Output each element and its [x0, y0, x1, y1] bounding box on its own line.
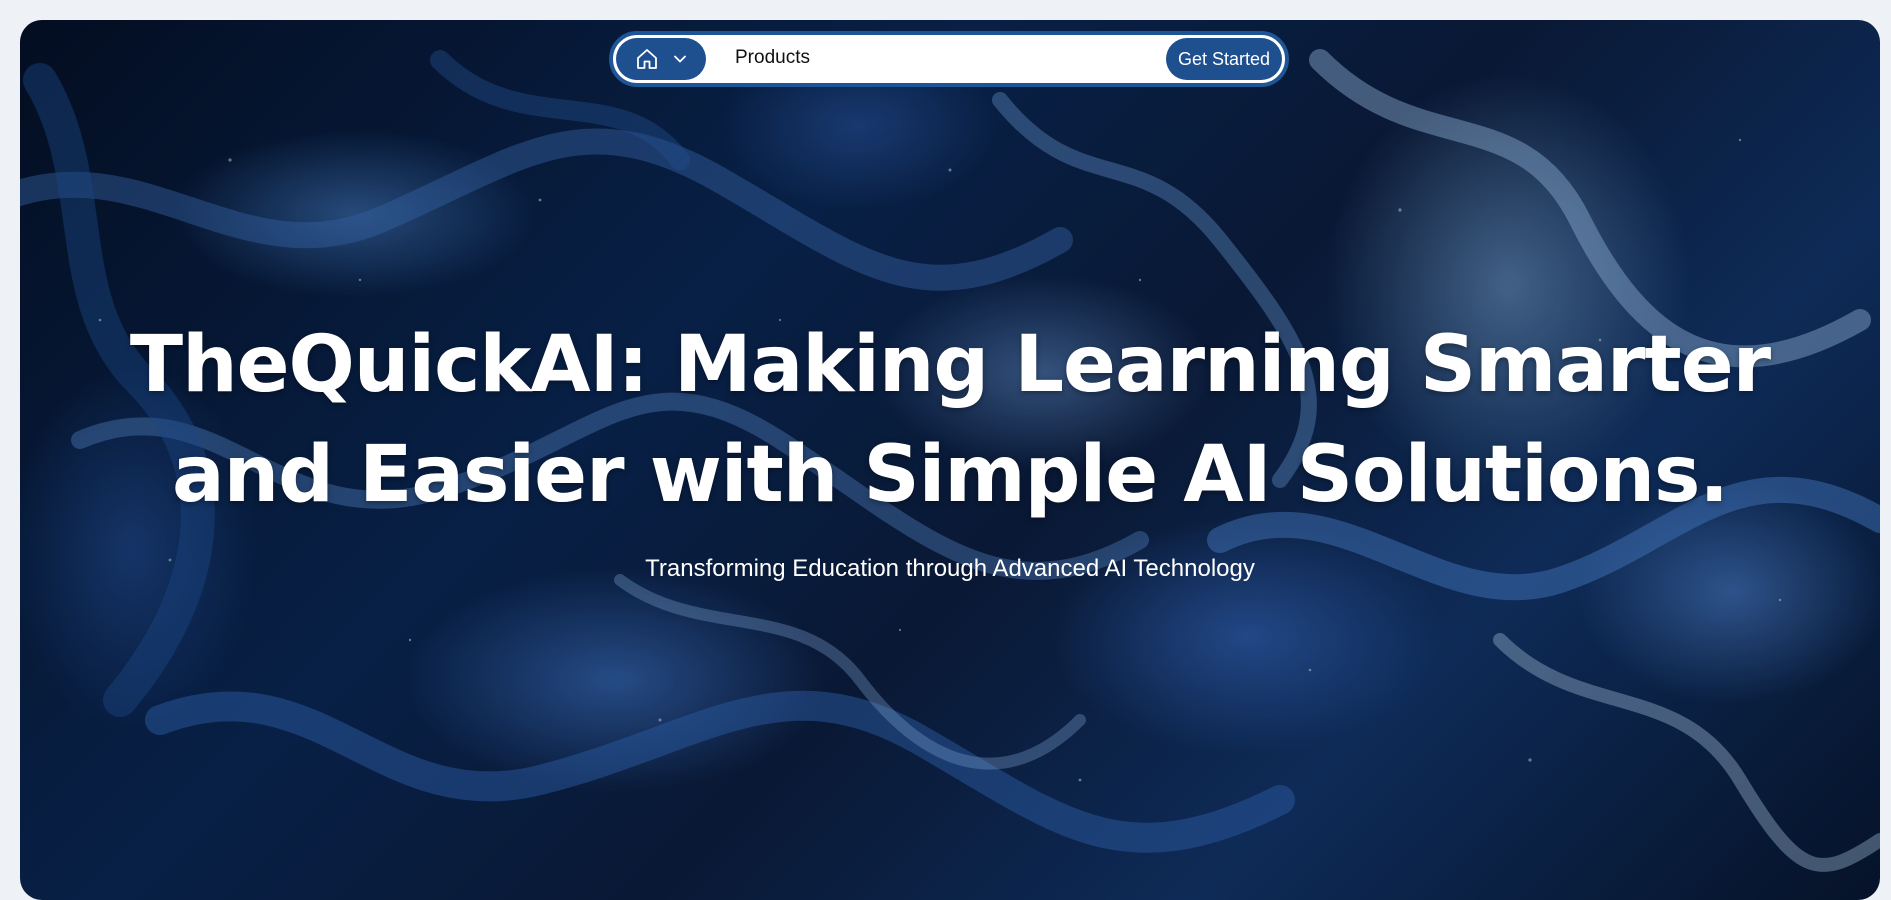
hero-headline-line-2: and Easier with Simple AI Solutions.	[171, 430, 1729, 520]
hero-subheadline: Transforming Education through Advanced …	[645, 555, 1255, 582]
hero-headline: TheQuickAI: Making Learning Smarter and …	[20, 310, 1880, 530]
home-icon	[635, 47, 659, 71]
hero-section: Products Get Started TheQuickAI: Making …	[20, 20, 1880, 900]
chevron-down-icon	[673, 52, 687, 66]
hero-headline-line-1: TheQuickAI: Making Learning Smarter	[129, 320, 1771, 410]
get-started-button[interactable]: Get Started	[1166, 38, 1282, 80]
nav-link-products[interactable]: Products	[735, 47, 810, 69]
home-menu-button[interactable]	[616, 38, 706, 80]
top-navigation: Products Get Started	[609, 31, 1289, 87]
